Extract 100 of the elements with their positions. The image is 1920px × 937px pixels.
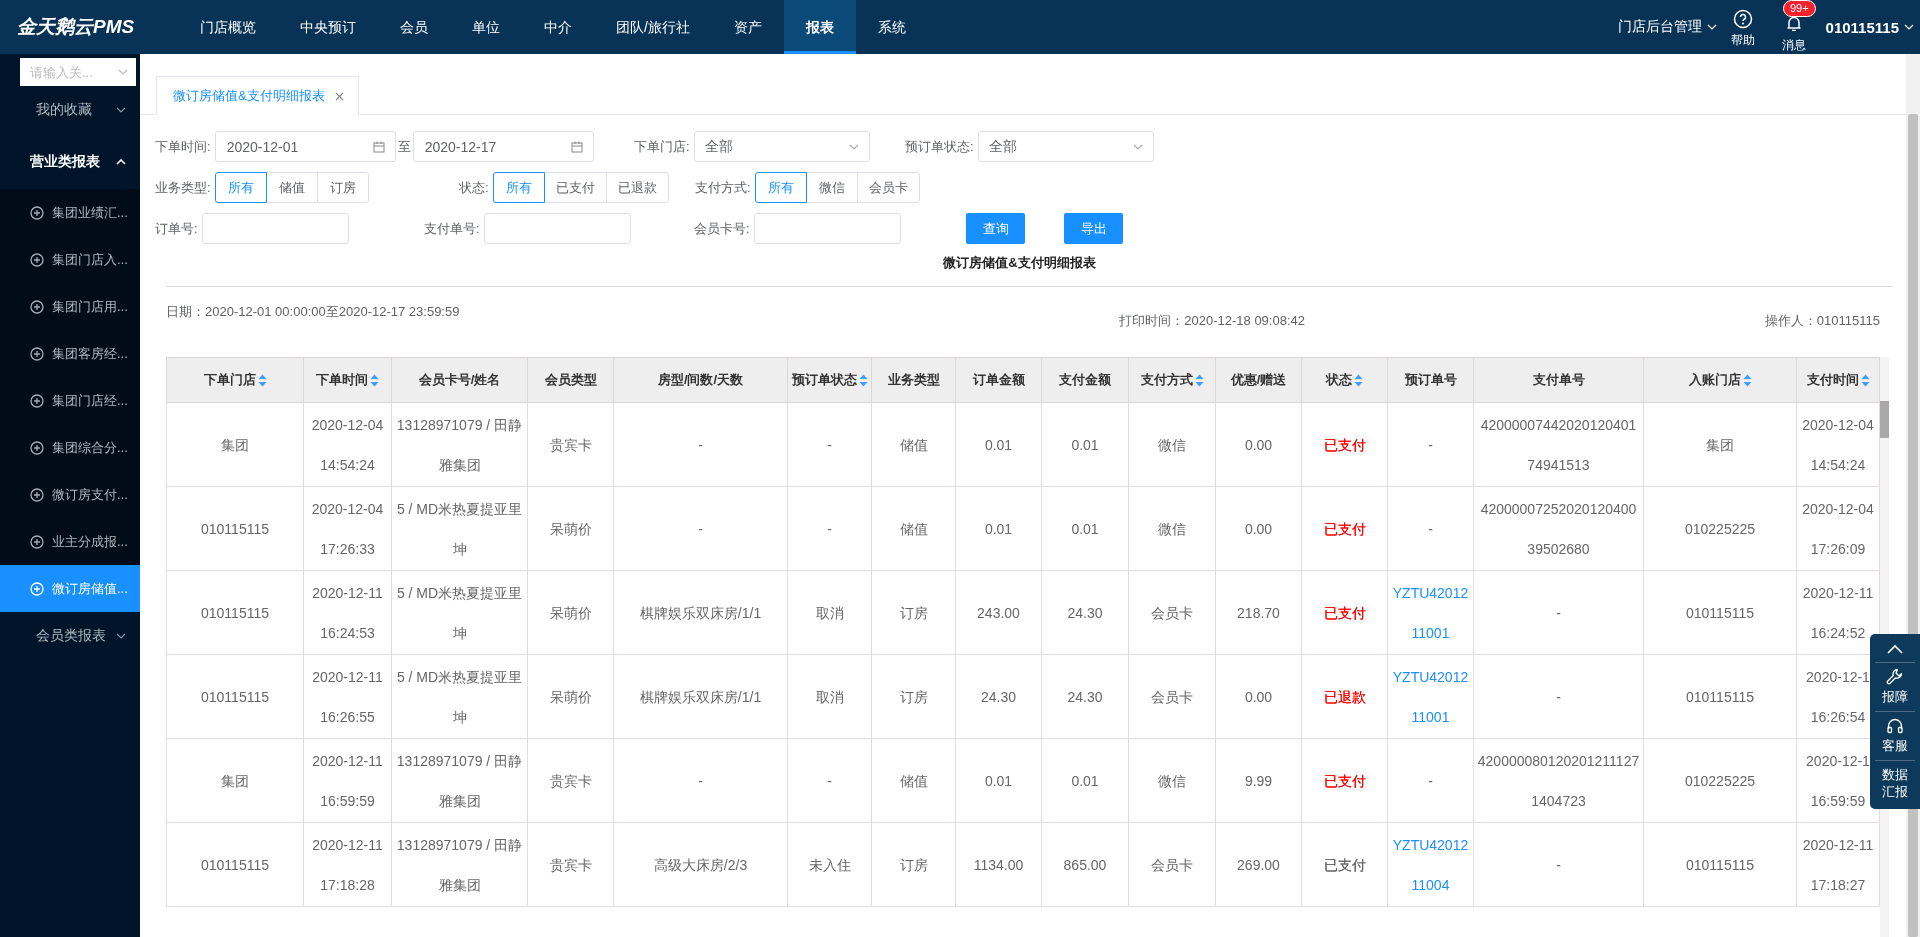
table-cell: 2020-12-04 14:54:24	[311, 416, 384, 473]
table-cell: 13128971079 / 田静雅集团	[396, 836, 523, 893]
filter-option[interactable]: 已支付	[543, 172, 607, 203]
table-cell: 订房	[899, 604, 928, 621]
table-cell: 会员卡	[1151, 688, 1193, 705]
table-cell: 010115115	[201, 688, 269, 705]
table-cell: 微信	[1158, 520, 1186, 537]
column-header: 会员卡号/姓名	[391, 357, 528, 403]
date-field[interactable]: 2020-12-17	[412, 131, 594, 162]
input-field[interactable]	[201, 213, 349, 244]
sidebar-group[interactable]: 会员类报表	[0, 612, 140, 660]
table-cell: 010225225	[1684, 520, 1756, 537]
store-admin-menu[interactable]: 门店后台管理	[1617, 18, 1717, 36]
sidebar-item[interactable]: 业主分成报...	[0, 518, 140, 565]
plus-circle-icon	[30, 440, 44, 455]
nav-item[interactable]: 中央预订	[278, 0, 378, 54]
sidebar-item[interactable]: 集团客房经...	[0, 330, 140, 377]
select-field[interactable]: 全部	[693, 131, 870, 162]
table-cell: 0.01	[984, 520, 1013, 537]
nav-item[interactable]: 报表	[783, 0, 856, 54]
table-cell: 储值	[899, 436, 928, 453]
table-cell: 5 / MD米热夏提亚里坤	[396, 668, 523, 725]
nav-item[interactable]: 资产	[711, 0, 784, 54]
table-cell: 2020-12-04 14:54:24	[1802, 416, 1874, 473]
table-cell: 会员卡	[1151, 856, 1193, 873]
close-icon	[334, 91, 344, 101]
table-cell: 24.30	[1067, 604, 1103, 621]
chevron-down-icon	[1706, 24, 1717, 30]
table-cell: 棋牌娱乐双床房/1/1	[639, 604, 762, 621]
sidebar-item[interactable]: 集团门店用...	[0, 283, 140, 330]
input-field[interactable]	[483, 213, 631, 244]
table-cell: 0.01	[1071, 772, 1099, 789]
notification-badge: 99+	[1782, 0, 1816, 17]
table-cell: -	[698, 436, 703, 453]
table-cell: 呆萌价	[549, 520, 592, 537]
column-header[interactable]: 预订单状态	[787, 357, 872, 403]
table-cell: 订房	[899, 856, 928, 873]
column-header[interactable]: 状态	[1301, 357, 1388, 403]
help-button[interactable]: 帮助	[1730, 5, 1755, 49]
nav-item[interactable]: 系统	[855, 0, 928, 54]
table-cell: -	[827, 436, 832, 453]
bell-icon	[1787, 17, 1802, 31]
filter-option[interactable]: 已退款	[605, 172, 669, 203]
table-cell: 贵宾卡	[549, 856, 592, 873]
user-menu[interactable]: 010115115	[1825, 18, 1914, 36]
select-field[interactable]: 全部	[977, 131, 1154, 162]
input-field[interactable]	[753, 213, 901, 244]
filter-option[interactable]: 储值	[265, 172, 318, 203]
table-cell: 0.01	[984, 772, 1013, 789]
messages-button[interactable]: 消息	[1782, 17, 1807, 54]
chevron-up-icon	[1887, 644, 1903, 654]
table-cell: 微信	[1158, 772, 1186, 789]
column-header[interactable]: 支付时间	[1796, 357, 1880, 403]
table-cell: 2020-12-11 16:24:52	[1802, 584, 1874, 641]
nav-item[interactable]: 会员	[378, 0, 450, 54]
scrollbar-thumb[interactable]	[1880, 401, 1889, 438]
table-cell: 243.00	[977, 604, 1020, 621]
table-cell: 1134.00	[973, 856, 1024, 873]
column-header[interactable]: 入账门店	[1643, 357, 1797, 403]
nav-item[interactable]: 中介	[522, 0, 594, 54]
column-header: 订单金额	[955, 357, 1042, 403]
column-header[interactable]: 支付方式	[1128, 357, 1216, 403]
column-header[interactable]: 下单时间	[303, 357, 392, 403]
sidebar-item[interactable]: 集团门店入...	[0, 236, 140, 283]
calendar-icon	[372, 140, 385, 153]
side-tool-button[interactable]: 客服	[1875, 712, 1915, 761]
side-tool-button[interactable]: 数据汇报	[1875, 761, 1915, 805]
table-cell: 2020-12-11 16:59:59	[312, 752, 383, 809]
column-header[interactable]: 下单门店	[166, 357, 304, 403]
field-label: 支付方式:	[695, 178, 751, 197]
filter-option[interactable]: 会员卡	[856, 172, 920, 203]
filter-option[interactable]: 微信	[805, 172, 858, 203]
date-field[interactable]: 2020-12-01	[214, 131, 396, 162]
report-title: 微订房储值&支付明细报表	[166, 254, 1893, 287]
plus-circle-icon	[30, 252, 44, 267]
help-icon	[1732, 9, 1753, 29]
sidebar-item[interactable]: 微订房支付...	[0, 471, 140, 518]
table-cell: 5 / MD米热夏提亚里坤	[396, 584, 523, 641]
table-cell: 4200000725202012040039502680	[1480, 500, 1637, 557]
table-cell: 0.00	[1244, 520, 1273, 537]
table-cell: -	[1556, 856, 1561, 873]
nav-item[interactable]: 门店概览	[178, 0, 278, 54]
date-range: 日期：2020-12-01 00:00:00至2020-12-17 23:59:59	[166, 303, 460, 321]
nav-item[interactable]: 团队/旅行社	[594, 0, 712, 54]
filter-option[interactable]: 订房	[316, 172, 369, 203]
sidebar-item[interactable]: 集团综合分...	[0, 424, 140, 471]
sidebar-item[interactable]: 集团业绩汇...	[0, 189, 140, 236]
table-cell: 取消	[815, 688, 844, 705]
table-cell: 储值	[899, 520, 928, 537]
sidebar-item[interactable]: 集团门店经...	[0, 377, 140, 424]
sidebar-group[interactable]: 我的收藏	[0, 86, 140, 134]
search-field[interactable]: 请输入关...	[20, 58, 136, 86]
table-cell: 0.01	[1071, 436, 1099, 453]
side-tool-button[interactable]: 报障	[1875, 663, 1915, 712]
table-cell: 13128971079 / 田静雅集团	[396, 752, 523, 809]
plus-circle-icon	[30, 299, 44, 314]
table-cell: 9.99	[1244, 772, 1273, 789]
table-cell: -	[1428, 772, 1433, 789]
chevron-down-icon	[848, 143, 859, 150]
nav-item[interactable]: 单位	[450, 0, 522, 54]
